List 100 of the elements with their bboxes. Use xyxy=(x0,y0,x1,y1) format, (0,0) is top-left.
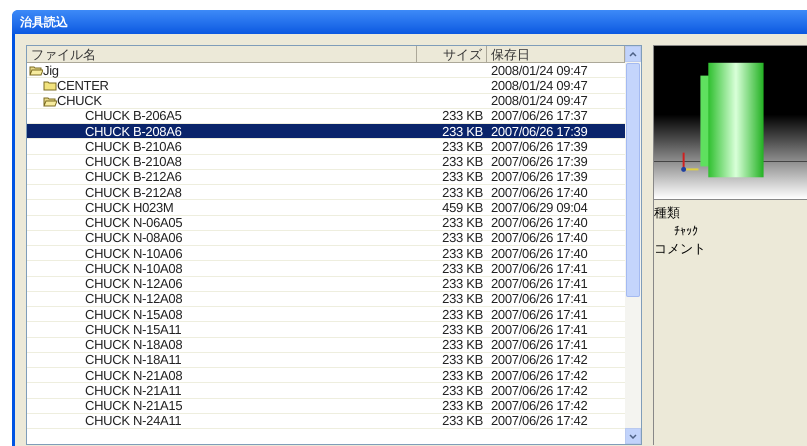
file-size: 233 KB xyxy=(442,184,483,200)
file-row[interactable]: CHUCK B-212A6 233 KB 2007/06/26 17:39 xyxy=(27,170,625,185)
saved-date: 2007/06/26 17:41 xyxy=(491,322,588,337)
file-size: 233 KB xyxy=(442,398,483,414)
saved-date: 2007/06/26 17:37 xyxy=(491,108,588,124)
saved-date: 2007/06/26 17:42 xyxy=(491,398,588,414)
chevron-down-icon xyxy=(629,434,637,438)
file-row[interactable]: CENTER 2008/01/24 09:47 xyxy=(27,78,625,94)
file-name: CHUCK B-210A6 xyxy=(85,138,182,154)
file-size: 233 KB xyxy=(442,322,483,337)
file-name: CHUCK N-18A08 xyxy=(85,337,182,352)
file-name: CHUCK B-212A6 xyxy=(85,169,182,184)
file-name: CHUCK B-206A5 xyxy=(85,108,182,124)
saved-date: 2007/06/26 17:39 xyxy=(491,138,588,154)
file-row[interactable]: CHUCK H023M 459 KB 2007/06/29 09:04 xyxy=(27,200,625,216)
file-name: CHUCK B-212A8 xyxy=(85,184,182,200)
saved-date: 2007/06/26 17:40 xyxy=(491,230,588,246)
file-size: 233 KB xyxy=(442,291,483,306)
file-row[interactable]: CHUCK 2008/01/24 09:47 xyxy=(27,94,625,109)
saved-date: 2007/06/26 17:41 xyxy=(491,260,588,276)
file-name: CHUCK N-08A06 xyxy=(85,230,182,246)
file-row[interactable]: CHUCK N-15A11 233 KB 2007/06/26 17:41 xyxy=(27,322,625,338)
scroll-thumb[interactable] xyxy=(626,63,640,297)
file-name: CHUCK N-12A06 xyxy=(85,276,182,292)
file-size: 233 KB xyxy=(442,413,483,428)
saved-date: 2007/06/26 17:39 xyxy=(491,124,588,139)
type-value: ﾁｬｯｸ xyxy=(673,223,699,240)
saved-date: 2007/06/26 17:42 xyxy=(491,368,588,383)
file-name: CENTER xyxy=(57,78,109,93)
saved-date: 2008/01/24 09:47 xyxy=(491,78,588,93)
saved-date: 2007/06/26 17:41 xyxy=(491,337,588,352)
type-label: 種類 xyxy=(654,204,681,222)
file-size: 233 KB xyxy=(442,215,483,230)
file-row[interactable]: CHUCK N-21A08 233 KB 2007/06/26 17:42 xyxy=(27,368,625,384)
file-name: CHUCK B-210A8 xyxy=(85,154,182,170)
saved-date: 2007/06/29 09:04 xyxy=(491,200,588,215)
file-size: 233 KB xyxy=(442,138,483,154)
file-size: 233 KB xyxy=(442,368,483,383)
file-row[interactable]: CHUCK N-10A06 233 KB 2007/06/26 17:40 xyxy=(27,246,625,262)
file-row[interactable]: CHUCK B-210A6 233 KB 2007/06/26 17:39 xyxy=(27,139,625,154)
file-size: 233 KB xyxy=(442,230,483,246)
saved-date: 2007/06/26 17:40 xyxy=(491,215,588,230)
file-row[interactable]: CHUCK N-21A11 233 KB 2007/06/26 17:42 xyxy=(27,383,625,398)
file-size: 233 KB xyxy=(442,276,483,292)
file-row[interactable]: CHUCK B-210A8 233 KB 2007/06/26 17:39 xyxy=(27,154,625,170)
file-size: 233 KB xyxy=(442,352,483,368)
file-row[interactable]: CHUCK B-212A8 233 KB 2007/06/26 17:40 xyxy=(27,185,625,200)
file-name: CHUCK B-208A6 xyxy=(85,124,182,139)
file-name: CHUCK N-21A15 xyxy=(85,398,182,414)
file-size: 233 KB xyxy=(442,246,483,261)
file-name: CHUCK N-21A08 xyxy=(85,368,182,383)
file-row[interactable]: Jig 2008/01/24 09:47 xyxy=(27,63,625,78)
file-row[interactable]: CHUCK N-18A11 233 KB 2007/06/26 17:42 xyxy=(27,352,625,368)
file-row[interactable]: CHUCK B-208A6 233 KB 2007/06/26 17:39 xyxy=(27,124,625,140)
file-name: CHUCK N-21A11 xyxy=(85,382,182,398)
file-row[interactable]: CHUCK N-15A08 233 KB 2007/06/26 17:41 xyxy=(27,307,625,322)
comment-label: コメント xyxy=(654,240,707,258)
file-row[interactable]: CHUCK N-21A15 233 KB 2007/06/26 17:42 xyxy=(27,398,625,414)
file-size: 233 KB xyxy=(442,306,483,322)
scroll-up-button[interactable] xyxy=(625,46,641,62)
column-header[interactable]: ファイル名 xyxy=(27,46,417,62)
file-size: 233 KB xyxy=(442,169,483,184)
file-size: 233 KB xyxy=(442,260,483,276)
scrollbar[interactable] xyxy=(625,46,641,444)
file-name: CHUCK N-18A11 xyxy=(85,352,182,368)
file-name: CHUCK N-10A06 xyxy=(85,246,182,261)
file-size: 233 KB xyxy=(442,154,483,170)
file-size: 233 KB xyxy=(442,108,483,124)
file-name: CHUCK N-15A11 xyxy=(85,322,182,337)
file-name: CHUCK N-15A08 xyxy=(85,306,182,322)
file-name: Jig xyxy=(43,62,59,78)
file-row[interactable]: CHUCK N-10A08 233 KB 2007/06/26 17:41 xyxy=(27,261,625,276)
saved-date: 2007/06/26 17:42 xyxy=(491,352,588,368)
file-name: CHUCK N-06A05 xyxy=(85,215,182,230)
column-header[interactable]: サイズ xyxy=(417,46,487,62)
scroll-down-button[interactable] xyxy=(625,428,641,444)
file-size: 233 KB xyxy=(442,337,483,352)
saved-date: 2007/06/26 17:42 xyxy=(491,382,588,398)
file-row[interactable]: CHUCK N-06A05 233 KB 2007/06/26 17:40 xyxy=(27,216,625,231)
saved-date: 2007/06/26 17:39 xyxy=(491,154,588,170)
saved-date: 2007/06/26 17:40 xyxy=(491,184,588,200)
file-row[interactable]: CHUCK N-12A06 233 KB 2007/06/26 17:41 xyxy=(27,276,625,292)
saved-date: 2007/06/26 17:42 xyxy=(491,413,588,428)
file-row[interactable]: CHUCK N-12A08 233 KB 2007/06/26 17:41 xyxy=(27,292,625,307)
file-size: 233 KB xyxy=(442,124,483,139)
window-title: 治具読込 xyxy=(20,14,68,31)
file-row[interactable]: CHUCK N-24A11 233 KB 2007/06/26 17:42 xyxy=(27,414,625,429)
chevron-up-icon xyxy=(629,52,637,56)
saved-date: 2007/06/26 17:41 xyxy=(491,291,588,306)
saved-date: 2007/06/26 17:39 xyxy=(491,169,588,184)
file-name: CHUCK xyxy=(57,93,102,108)
saved-date: 2008/01/24 09:47 xyxy=(491,62,588,78)
file-row[interactable]: CHUCK N-18A08 233 KB 2007/06/26 17:41 xyxy=(27,338,625,353)
saved-date: 2007/06/26 17:41 xyxy=(491,276,588,292)
file-name: CHUCK N-24A11 xyxy=(85,413,182,428)
file-row[interactable]: CHUCK N-08A06 233 KB 2007/06/26 17:40 xyxy=(27,230,625,246)
saved-date: 2007/06/26 17:40 xyxy=(491,246,588,261)
saved-date: 2007/06/26 17:41 xyxy=(491,306,588,322)
file-size: 459 KB xyxy=(442,200,483,215)
file-name: CHUCK H023M xyxy=(85,200,174,215)
